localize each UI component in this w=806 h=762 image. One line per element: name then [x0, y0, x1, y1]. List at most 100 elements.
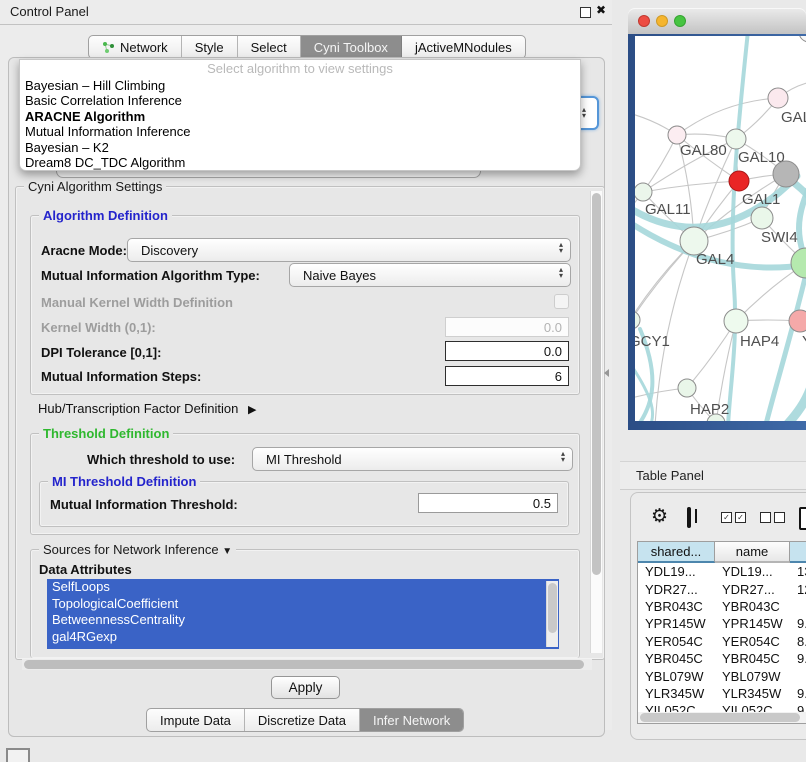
table-row[interactable]: YPR145WYPR145W9. [638, 615, 806, 632]
settings-vscrollbar[interactable] [590, 191, 602, 653]
control-panel-titlebar: Control Panel ✖ [0, 0, 612, 25]
network-edge-highlighted[interactable] [784, 384, 806, 421]
algorithm-dropdown-items: Bayesian – Hill ClimbingBasic Correlatio… [20, 78, 580, 170]
mi-steps-field[interactable]: 6 [445, 366, 569, 386]
network-node-gray-node[interactable] [773, 161, 799, 187]
deselect-all-checks-icon[interactable] [760, 512, 785, 523]
table-row[interactable]: YER054CYER054C8. [638, 633, 806, 650]
table-cell: YPR145W [715, 616, 790, 631]
tab-discretize-data[interactable]: Discretize Data [245, 709, 360, 731]
table-cell: 8. [790, 634, 806, 649]
network-icon [102, 41, 115, 54]
columns-icon[interactable] [687, 507, 691, 528]
tab-jactivemnodules[interactable]: jActiveMNodules [402, 36, 525, 58]
column-header-partial[interactable]: A [790, 542, 806, 563]
network-edge[interactable] [635, 241, 694, 336]
tab-network-label: Network [120, 40, 168, 55]
algorithm-dropdown-placeholder: Select algorithm to view settings [20, 60, 580, 78]
minimized-panel-icon[interactable] [6, 748, 30, 762]
aracne-mode-combo[interactable]: Discovery ▴▾ [127, 238, 571, 262]
attributes-vscrollbar-thumb[interactable] [548, 583, 557, 633]
table-row[interactable]: YDL19...YDL19...13 [638, 563, 806, 580]
close-traffic-light[interactable] [638, 15, 650, 27]
which-threshold-combo[interactable]: MI Threshold ▴▾ [252, 447, 573, 471]
network-node-label: GAL4 [696, 251, 734, 268]
column-header-shared-name[interactable]: shared... [638, 542, 715, 563]
network-node-big-green[interactable] [791, 248, 806, 278]
tab-network[interactable]: Network [89, 36, 182, 58]
network-node-pink-right[interactable] [789, 310, 806, 332]
network-canvas[interactable]: GALGAL80GAL10GAL1GAL11SWI4GAL4GCY1HAP4YH… [635, 36, 806, 421]
network-node-hap4[interactable] [724, 309, 748, 333]
tab-select[interactable]: Select [238, 36, 301, 58]
network-window-titlebar[interactable] [628, 8, 806, 35]
kernel-width-field[interactable]: 0.0 [445, 317, 569, 337]
network-edge-highlighted[interactable] [728, 36, 748, 421]
close-icon[interactable]: ✖ [596, 3, 606, 17]
algorithm-option[interactable]: Dream8 DC_TDC Algorithm [20, 155, 580, 170]
mi-algorithm-type-combo[interactable]: Naive Bayes ▴▾ [289, 263, 571, 287]
cyni-bottom-tabs: Impute Data Discretize Data Infer Networ… [146, 708, 464, 732]
attribute-list-item[interactable]: SelfLoops [47, 579, 559, 596]
table-row[interactable]: YIL052CYIL052C9. [638, 702, 806, 712]
table-cell: YLR345W [638, 686, 715, 701]
minimize-traffic-light[interactable] [656, 15, 668, 27]
algorithm-option[interactable]: Bayesian – K2 [20, 140, 580, 155]
tab-impute-data[interactable]: Impute Data [147, 709, 245, 731]
attribute-list-item[interactable]: TopologicalCoefficient [47, 596, 559, 613]
table-row[interactable]: YBL079WYBL079W [638, 667, 806, 684]
screen: Control Panel ✖ Network Style Se [0, 0, 806, 762]
table-cell: YBR043C [638, 599, 715, 614]
network-node-pink-top[interactable] [768, 88, 788, 108]
network-view-window: GALGAL80GAL10GAL1GAL11SWI4GAL4GCY1HAP4YH… [628, 8, 806, 430]
network-edge[interactable] [677, 98, 778, 135]
network-node-gal10[interactable] [726, 129, 746, 149]
tab-style[interactable]: Style [182, 36, 238, 58]
settings-vscrollbar-thumb[interactable] [592, 193, 601, 575]
network-node-gcy1[interactable] [635, 311, 640, 329]
table-hscrollbar-thumb[interactable] [640, 713, 800, 722]
network-node-hap2[interactable] [678, 379, 696, 397]
network-edge[interactable] [643, 135, 677, 192]
network-node-top-partial[interactable] [799, 36, 806, 42]
settings-hscrollbar[interactable] [22, 659, 592, 670]
manual-kernel-width-checkbox[interactable] [554, 294, 569, 309]
table-row[interactable]: YDR27...YDR27...12 [638, 580, 806, 597]
function-builder-icon[interactable] [799, 507, 806, 530]
attribute-list-item[interactable] [47, 645, 559, 649]
column-header-name[interactable]: name [715, 542, 790, 563]
algorithm-option[interactable]: Mutual Information Inference [20, 124, 580, 139]
dpi-tolerance-field[interactable]: 0.0 [445, 341, 569, 361]
table-row[interactable]: YBR043CYBR043C [638, 598, 806, 615]
network-node-gal1[interactable] [729, 171, 749, 191]
split-collapse-arrow[interactable] [604, 369, 609, 377]
table-hscrollbar[interactable] [638, 712, 806, 723]
tab-infer-network[interactable]: Infer Network [360, 709, 463, 731]
hub-definition-toggle[interactable]: Hub/Transcription Factor Definition ▶ [38, 401, 256, 416]
algorithm-option[interactable]: ARACNE Algorithm [20, 109, 580, 124]
table-cell: 9. [790, 686, 806, 701]
control-panel: Control Panel ✖ Network Style Se [0, 0, 612, 730]
select-all-checks-icon[interactable]: ✓✓ [721, 512, 746, 523]
stepper-arrows-icon: ▴▾ [559, 267, 563, 279]
network-node-gal11[interactable] [635, 183, 652, 201]
network-node-swi4[interactable] [751, 207, 773, 229]
gear-icon[interactable]: ⚙ [651, 505, 668, 528]
attribute-list-item[interactable]: BetweennessCentrality [47, 612, 559, 629]
zoom-traffic-light[interactable] [674, 15, 686, 27]
tab-cyni-toolbox[interactable]: Cyni Toolbox [301, 36, 402, 58]
settings-hscrollbar-thumb[interactable] [24, 660, 584, 669]
algorithm-option[interactable]: Basic Correlation Inference [20, 93, 580, 108]
table-row[interactable]: YLR345WYLR345W9. [638, 685, 806, 702]
table-cell: 9. [790, 703, 806, 712]
algorithm-definition-title: Algorithm Definition [39, 208, 172, 223]
float-window-icon[interactable] [580, 7, 591, 18]
mi-threshold-field[interactable]: 0.5 [418, 493, 558, 513]
table-row[interactable]: YBR045CYBR045C9. [638, 650, 806, 667]
attributes-vscrollbar[interactable] [546, 581, 558, 647]
attribute-list-item[interactable]: gal4RGexp [47, 629, 559, 646]
apply-button[interactable]: Apply [271, 676, 340, 699]
sources-title[interactable]: Sources for Network Inference ▼ [39, 542, 236, 557]
network-node-label: GAL1 [742, 191, 780, 208]
algorithm-option[interactable]: Bayesian – Hill Climbing [20, 78, 580, 93]
